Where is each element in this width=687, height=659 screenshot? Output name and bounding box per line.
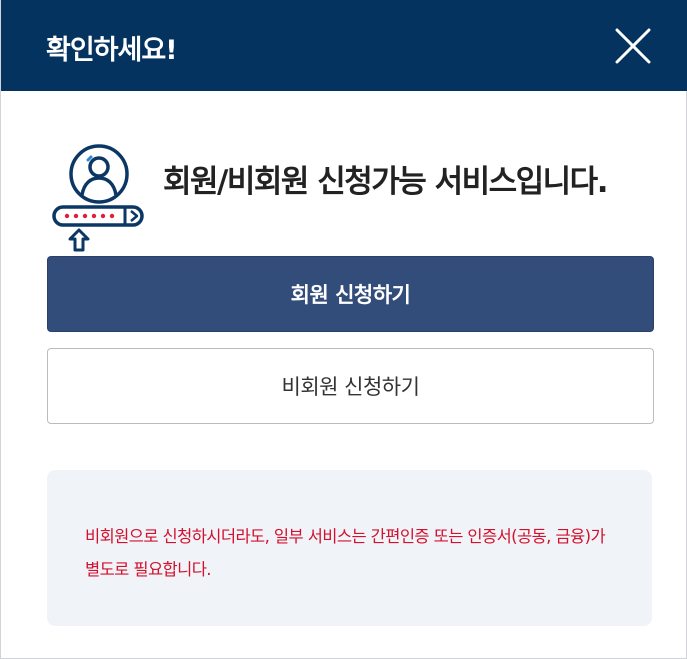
intro-section: 회원/비회원 신청가능 서비스입니다. <box>51 140 651 252</box>
notice-text: 비회원으로 신청하시더라도, 일부 서비스는 간편인증 또는 인증서(공동, 금… <box>85 527 606 579</box>
dialog-title: 확인하세요! <box>46 35 178 66</box>
member-apply-button[interactable]: 회원 신청하기 <box>47 256 654 332</box>
close-button[interactable] <box>613 26 653 66</box>
confirm-dialog: 확인하세요! 회원/비회원 신청가능 서비스입니다. 회원 신청하기 비회원 신… <box>0 0 687 659</box>
close-icon <box>615 28 651 64</box>
notice-box: 비회원으로 신청하시더라도, 일부 서비스는 간편인증 또는 인증서(공동, 금… <box>47 470 652 626</box>
nonmember-apply-button[interactable]: 비회원 신청하기 <box>47 348 654 424</box>
intro-message: 회원/비회원 신청가능 서비스입니다. <box>163 164 608 200</box>
user-password-login-icon <box>52 144 144 252</box>
dialog-header: 확인하세요! <box>1 0 687 91</box>
